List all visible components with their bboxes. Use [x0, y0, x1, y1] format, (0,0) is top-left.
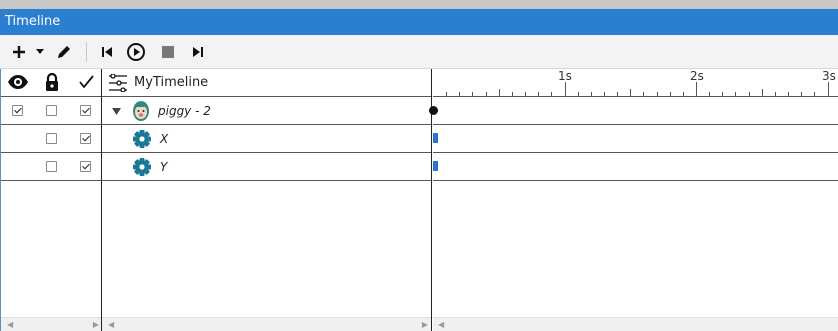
ruler-tick	[643, 92, 644, 96]
item-label: piggy - 2	[158, 104, 211, 118]
keyframe-marker[interactable]	[433, 161, 438, 171]
layer-tree-panel: MyTimeline piggy - 2 X Y ◀ ▶	[102, 69, 432, 331]
enabled-checkbox[interactable]	[80, 161, 91, 172]
ruler-tick	[617, 92, 618, 96]
ruler-tick	[459, 92, 460, 96]
stop-icon[interactable]	[158, 42, 178, 62]
ruler-tick	[551, 92, 552, 96]
ruler-tick	[499, 89, 500, 96]
lock-checkbox[interactable]	[46, 105, 57, 116]
flags-row-y	[1, 153, 101, 181]
item-label: X	[160, 132, 169, 146]
track-row-x[interactable]	[433, 125, 838, 153]
ruler-tick	[472, 92, 473, 96]
enabled-checkbox[interactable]	[80, 133, 91, 144]
horizontal-scrollbar[interactable]: ◀ ▶	[1, 317, 101, 331]
tree-row-x[interactable]: X	[102, 125, 431, 153]
scroll-left-icon[interactable]: ◀	[438, 320, 444, 329]
ruler-tick	[788, 92, 789, 96]
lock-checkbox[interactable]	[46, 133, 57, 144]
ruler-tick	[604, 92, 605, 96]
track-row-y[interactable]	[433, 153, 838, 181]
eye-icon[interactable]	[7, 74, 29, 93]
track-row-piggy[interactable]	[429, 97, 838, 125]
timeline-name: MyTimeline	[134, 75, 209, 90]
ruler-tick	[446, 92, 447, 96]
item-label: Y	[160, 160, 168, 174]
scroll-right-icon[interactable]: ▶	[93, 320, 99, 329]
ruler-label: 1s	[558, 69, 572, 83]
ruler-tick	[762, 89, 763, 96]
ruler-tick	[722, 92, 723, 96]
tree-row-piggy[interactable]: piggy - 2	[102, 97, 431, 125]
tree-header: MyTimeline	[102, 69, 431, 97]
gear-icon	[132, 129, 152, 152]
flags-row-piggy	[1, 97, 101, 125]
horizontal-scrollbar[interactable]: ◀ ▶	[102, 317, 431, 331]
keyframe-marker[interactable]	[433, 133, 438, 143]
ruler-tick	[683, 92, 684, 96]
play-circle-icon[interactable]	[125, 42, 147, 62]
tree-row-y[interactable]: Y	[102, 153, 431, 181]
ruler-tick	[801, 92, 802, 96]
skip-to-end-icon[interactable]	[189, 42, 207, 62]
layer-flags-panel: ◀ ▶	[0, 69, 102, 331]
ruler-tick	[591, 92, 592, 96]
flags-header	[1, 69, 101, 97]
ruler-tick	[486, 92, 487, 96]
keyframe-area[interactable]: 1s 2s 3s ◀	[429, 69, 838, 331]
ruler-tick	[828, 82, 829, 96]
ruler-tick	[525, 92, 526, 96]
enabled-checkbox[interactable]	[80, 105, 91, 116]
ruler-tick	[749, 92, 750, 96]
skip-to-start-icon[interactable]	[98, 42, 116, 62]
ruler-tick	[630, 89, 631, 96]
expand-arrow-icon[interactable]	[112, 105, 121, 119]
ruler-label: 2s	[690, 69, 704, 83]
caret-down-icon[interactable]	[34, 42, 46, 62]
ruler-tick	[775, 92, 776, 96]
ruler-tick	[735, 92, 736, 96]
ruler-tick	[814, 92, 815, 96]
keyframe-marker[interactable]	[429, 106, 438, 115]
ruler-tick	[670, 92, 671, 96]
timeline-icon	[108, 73, 128, 95]
scroll-left-icon[interactable]: ◀	[7, 320, 13, 329]
lock-icon[interactable]	[44, 72, 60, 95]
scroll-left-icon[interactable]: ◀	[108, 320, 114, 329]
ruler-label: 3s	[822, 69, 836, 83]
checkmark-icon[interactable]	[78, 74, 94, 93]
gear-icon	[132, 157, 152, 180]
pencil-icon[interactable]	[53, 42, 75, 62]
ruler-tick	[578, 92, 579, 96]
ruler-tick	[657, 92, 658, 96]
visible-checkbox[interactable]	[12, 105, 23, 116]
flags-row-x	[1, 125, 101, 153]
horizontal-scrollbar[interactable]: ◀	[433, 317, 838, 331]
scroll-right-icon[interactable]: ▶	[422, 320, 428, 329]
top-strip	[0, 0, 838, 9]
time-ruler[interactable]: 1s 2s 3s	[433, 69, 838, 97]
ruler-tick	[709, 92, 710, 96]
panel-title: Timeline	[0, 9, 838, 35]
ruler-tick	[538, 92, 539, 96]
ruler-tick	[696, 82, 697, 96]
ruler-tick	[565, 82, 566, 96]
ruler-tick	[512, 92, 513, 96]
lock-checkbox[interactable]	[46, 161, 57, 172]
plus-icon[interactable]	[8, 42, 30, 62]
toolbar-separator	[86, 42, 87, 62]
piggy-avatar-icon	[132, 100, 150, 125]
toolbar	[0, 35, 838, 69]
